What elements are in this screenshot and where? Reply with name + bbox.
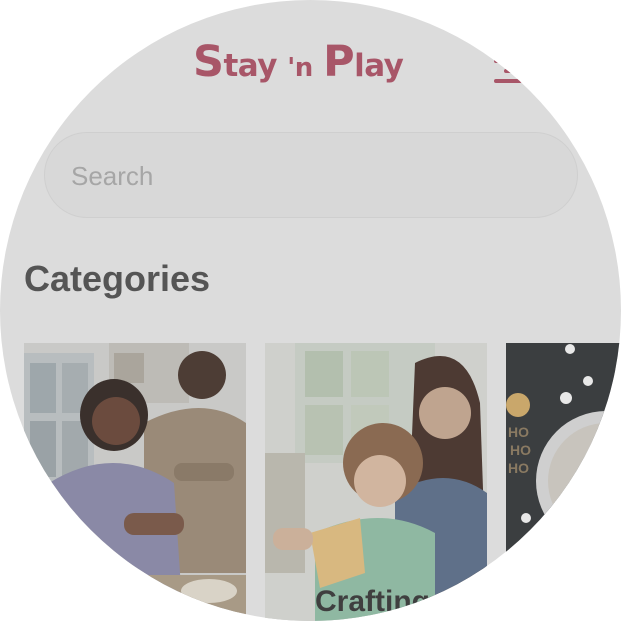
logo-text-n: 'n xyxy=(287,53,313,83)
search-bar[interactable] xyxy=(44,132,578,219)
menu-line xyxy=(494,79,522,83)
logo-text-tay: tay xyxy=(223,48,277,84)
search-input[interactable] xyxy=(69,133,553,219)
category-card-holiday[interactable]: HO HO HO xyxy=(506,343,621,621)
holiday-photo: HO HO HO xyxy=(506,343,621,621)
svg-text:HO: HO xyxy=(508,460,529,476)
logo-letter-p: P xyxy=(323,37,355,87)
category-label: Crafting xyxy=(315,585,430,618)
app-header: Stay 'n Play xyxy=(0,0,621,118)
categories-heading: Categories xyxy=(24,258,211,299)
hamburger-menu-icon[interactable] xyxy=(490,55,526,87)
svg-text:HO: HO xyxy=(510,442,531,458)
menu-line xyxy=(494,59,522,63)
svg-text:HO: HO xyxy=(508,424,529,440)
logo-text-lay: lay xyxy=(354,48,404,84)
category-card-cooking[interactable] xyxy=(24,343,246,621)
crafting-photo xyxy=(265,343,487,621)
category-card-crafting[interactable]: Crafting xyxy=(265,343,487,621)
menu-line xyxy=(504,69,522,73)
watch-screen: Stay 'n Play Categories xyxy=(0,0,621,621)
cooking-photo xyxy=(24,343,246,621)
logo-letter-s: S xyxy=(193,37,224,87)
app-logo: Stay 'n Play xyxy=(193,37,404,87)
